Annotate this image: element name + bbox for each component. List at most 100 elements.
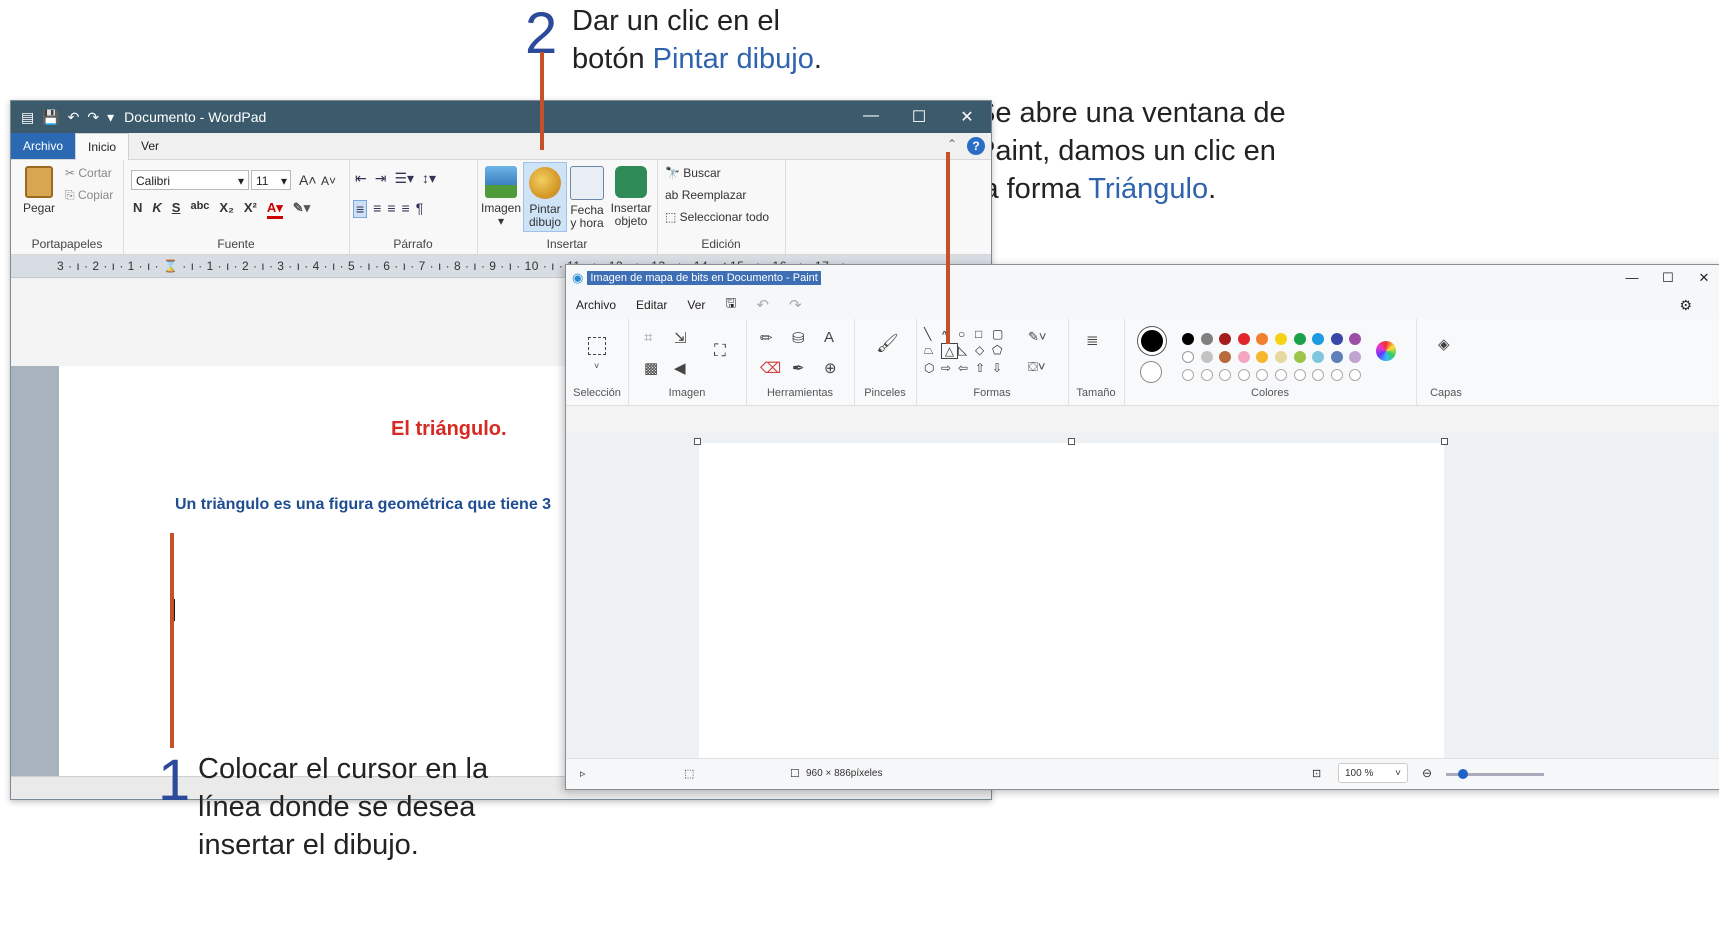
pentagon-shape-icon[interactable]: ⬠ [992,343,1009,359]
color-swatch[interactable] [1275,333,1287,345]
oval-shape-icon[interactable]: ○ [958,327,975,341]
grow-font-button[interactable]: A˄ [299,172,317,188]
paste-button[interactable]: Pegar [19,166,59,215]
fit-icon[interactable]: ⊡ [1312,767,1321,780]
empty-color-slot[interactable] [1219,369,1232,381]
empty-color-slot[interactable] [1237,369,1250,381]
color-swatch[interactable] [1312,351,1325,363]
menu-editar[interactable]: Editar [636,298,667,312]
empty-color-slot[interactable] [1293,369,1306,381]
select-tool-icon[interactable] [588,337,606,355]
minimize-button[interactable]: — [847,107,895,127]
resize-handle-right[interactable] [1441,438,1448,445]
line-shape-icon[interactable]: ╲ [924,327,941,341]
highlight-button[interactable]: ✎▾ [293,200,310,219]
color-swatch[interactable] [1312,333,1325,345]
color-swatch[interactable] [1200,333,1213,345]
replace-button[interactable]: ab Reemplazar [665,188,746,202]
zoom-slider-thumb[interactable] [1458,769,1468,779]
font-family-select[interactable]: Calibri ▾ [131,170,249,190]
shape-fill-icon[interactable]: ⛋˅ [1028,359,1046,375]
italic-button[interactable]: K [152,200,161,219]
empty-color-slot[interactable] [1349,369,1362,381]
color-swatch[interactable] [1237,333,1250,345]
paint-close-button[interactable]: ✕ [1686,270,1719,286]
color-swatch[interactable] [1330,351,1343,363]
color-swatch[interactable] [1330,333,1343,345]
insert-object-button[interactable]: Insertar objeto [609,166,653,228]
select-dropdown-icon[interactable]: ˅ [594,361,599,371]
right-arrow-shape-icon[interactable]: ⇨ [941,361,958,375]
font-size-select[interactable]: 11 ▾ [251,170,291,190]
find-button[interactable]: 🔭 Buscar [665,166,721,180]
image-button[interactable]: Imagen ▾ [479,166,523,228]
shrink-font-button[interactable]: A˅ [321,174,336,188]
empty-color-slot[interactable] [1312,369,1325,381]
settings-icon[interactable]: ⚙ [1679,297,1692,314]
brush-icon[interactable]: 🖌 [876,333,899,354]
fill-icon[interactable]: ⛁ [792,329,805,347]
color-swatch[interactable] [1293,333,1306,345]
flip-icon[interactable]: ◀ [674,359,686,377]
empty-color-slot[interactable] [1256,369,1269,381]
date-time-button[interactable]: Fecha y hora [567,166,607,230]
color-swatch[interactable] [1237,351,1250,363]
resize-handle-left[interactable] [694,438,701,445]
empty-color-slot[interactable] [1330,369,1343,381]
paint-undo-icon[interactable]: ↶ [756,296,769,314]
color-swatch[interactable] [1182,333,1194,345]
diamond-shape-icon[interactable]: ◇ [975,343,992,359]
primary-color[interactable] [1138,327,1166,355]
zoom-slider[interactable] [1446,769,1544,779]
bold-button[interactable]: N [133,200,142,219]
color-swatch[interactable] [1256,333,1269,345]
polygon-shape-icon[interactable]: ⏢ [924,343,941,359]
cut-button[interactable]: ✂ Cortar [65,166,112,180]
triangle-shape-icon[interactable]: △ [941,343,958,359]
tab-ver[interactable]: Ver [129,133,171,159]
secondary-color[interactable] [1140,361,1162,383]
color-picker-icon[interactable]: ✒ [792,359,805,377]
rotate-icon[interactable]: ▩ [644,359,658,377]
drawing-canvas[interactable] [699,443,1444,763]
pencil-icon[interactable]: ✏ [760,329,773,347]
zoom-out-icon[interactable]: ⊖ [1422,766,1432,780]
list-icon[interactable]: ☰▾ [394,170,414,187]
color-swatch[interactable] [1275,351,1287,363]
edit-colors-icon[interactable] [1376,341,1396,361]
copy-button[interactable]: ⎘ Copiar [65,188,113,203]
paragraph-icon[interactable]: ¶ [416,200,424,218]
empty-color-slot[interactable] [1275,369,1287,381]
strikethrough-button[interactable]: S [172,200,181,219]
eraser-icon[interactable]: ⌫ [760,359,781,377]
select-all-button[interactable]: ⬚ Seleccionar todo [665,210,769,224]
color-swatch[interactable] [1349,333,1362,345]
line-spacing-icon[interactable]: ↕▾ [422,170,436,187]
justify-icon[interactable]: ≡ [402,200,410,218]
close-button[interactable]: ✕ [943,107,991,127]
color-swatch[interactable] [1219,333,1232,345]
abc-button[interactable]: abc [190,200,209,219]
customize-qat-icon[interactable]: ▾ [107,109,114,126]
decrease-indent-icon[interactable]: ⇤ [355,170,367,187]
paint-minimize-button[interactable]: — [1614,270,1650,286]
menu-archivo[interactable]: Archivo [576,298,616,312]
font-color-button[interactable]: A▾ [266,200,283,219]
align-left-icon[interactable]: ≡ [353,200,368,218]
save-icon[interactable]: 💾 [42,109,59,126]
paint-maximize-button[interactable]: ☐ [1650,270,1686,286]
paint-redo-icon[interactable]: ↷ [789,296,802,314]
paint-drawing-button[interactable]: Pintar dibujo [523,162,567,232]
tab-inicio[interactable]: Inicio [75,132,130,160]
menu-ver[interactable]: Ver [687,298,705,312]
text-tool-icon[interactable]: A [824,329,834,346]
crop-icon[interactable]: ⌗ [644,329,652,346]
image-background-icon[interactable]: ⛶ [714,341,726,361]
size-icon[interactable]: ≣ [1086,331,1099,349]
right-triangle-shape-icon[interactable]: ◺ [958,343,975,359]
rectangle-shape-icon[interactable]: □ [975,327,992,341]
color-swatch[interactable] [1200,351,1213,363]
color-swatch[interactable] [1293,351,1306,363]
resize-icon[interactable]: ⇲ [674,329,687,347]
maximize-button[interactable]: ☐ [895,107,943,127]
